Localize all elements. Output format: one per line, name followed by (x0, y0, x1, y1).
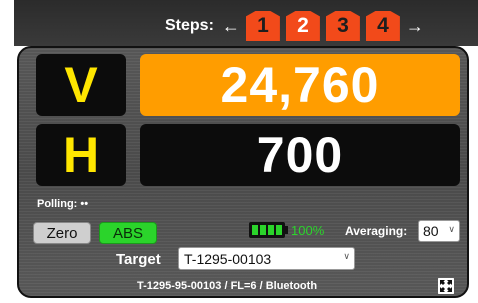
polling-label: Polling: (37, 198, 78, 210)
v-axis-value: 24,760 (140, 54, 460, 116)
v-axis-letter: V (36, 54, 126, 116)
polling-status: Polling: •• (37, 198, 88, 210)
battery-cell (268, 225, 274, 235)
h-axis-value: 700 (140, 124, 460, 186)
step-4[interactable]: 4 (365, 11, 400, 41)
chevron-down-icon: ∨ (343, 251, 350, 261)
battery-tip (285, 226, 288, 234)
device-info: T-1295-95-00103 / FL=6 / Bluetooth (137, 280, 318, 292)
step-2[interactable]: 2 (285, 11, 320, 41)
battery-cell (260, 225, 266, 235)
battery-cell (276, 225, 282, 235)
target-select[interactable]: T-1295-00103 ∨ (178, 247, 355, 270)
abs-button[interactable]: ABS (99, 222, 157, 244)
chevron-down-icon: ∨ (448, 224, 455, 234)
readout-panel: V 24,760 H 700 Polling: •• Zero ABS 100%… (17, 46, 469, 298)
averaging-select[interactable]: 80 ∨ (418, 220, 460, 242)
step-3[interactable]: 3 (325, 11, 360, 41)
battery-cell (252, 225, 258, 235)
battery-percent: 100% (291, 223, 325, 238)
fullscreen-icon[interactable] (438, 278, 454, 294)
step-1[interactable]: 1 (245, 11, 280, 41)
steps-label: Steps: (165, 17, 214, 34)
steps-prev-arrow[interactable]: ← (222, 16, 240, 37)
target-label: Target (116, 251, 161, 268)
h-axis-letter: H (36, 124, 126, 186)
target-value: T-1295-00103 (184, 250, 272, 267)
averaging-value: 80 (423, 223, 439, 239)
steps-next-arrow[interactable]: → (406, 16, 424, 37)
steps-nav: Steps: ← 1 2 3 4 → (165, 10, 424, 42)
averaging-label: Averaging: (345, 224, 408, 238)
zero-button[interactable]: Zero (33, 222, 91, 244)
battery-icon (249, 222, 285, 238)
polling-indicator: •• (80, 198, 89, 210)
